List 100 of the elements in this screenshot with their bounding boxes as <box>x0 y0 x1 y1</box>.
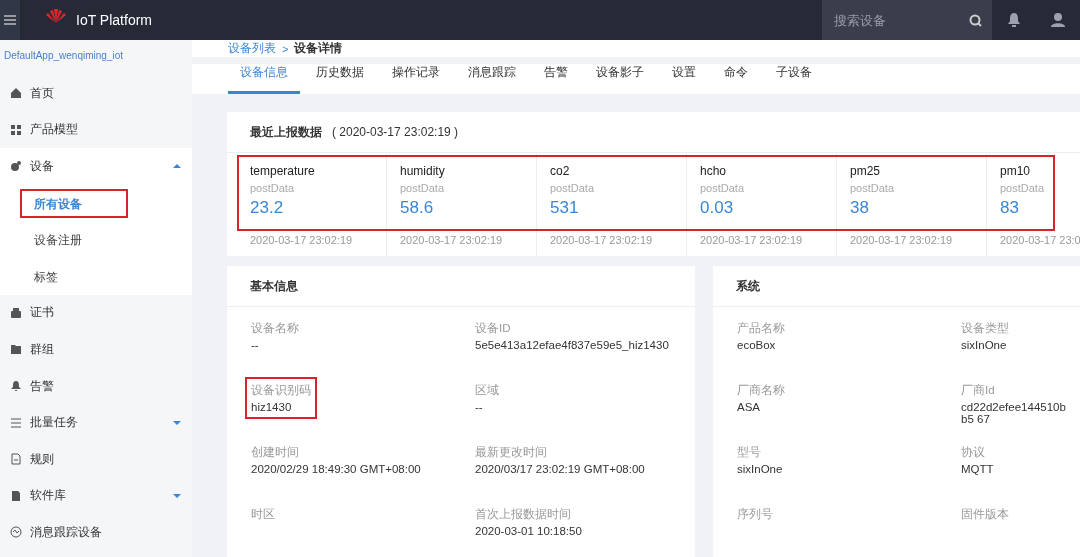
field-label: 设备类型 <box>961 321 1009 336</box>
panel-title: 基本信息 <box>250 277 298 295</box>
property-value: 0.03 <box>700 198 735 218</box>
field-label: 协议 <box>961 445 986 460</box>
field-label: 设备名称 <box>251 321 299 336</box>
service-name: postData <box>250 182 296 194</box>
sidebar-subitem[interactable]: 设备注册 <box>34 233 82 248</box>
field-value: ASA <box>737 401 761 413</box>
sidebar-item[interactable]: 产品模型 <box>0 111 192 149</box>
field-value: cd22d2efee144510bb5 67 <box>961 401 1067 425</box>
bell-icon <box>10 380 22 393</box>
tab[interactable]: 设置 <box>660 64 708 94</box>
search-input[interactable]: 搜索设备 <box>832 11 963 29</box>
field-value: -- <box>475 401 484 413</box>
property-time: 2020-03-17 23:0 <box>1000 234 1080 246</box>
field-value: 2020/03/17 23:02:19 GMT+08:00 <box>475 463 645 475</box>
property-time: 2020-03-17 23:02:19 <box>550 234 654 246</box>
field-label: 序列号 <box>737 507 773 522</box>
field-value: -- <box>251 339 260 351</box>
device-icon <box>10 160 22 173</box>
service-name: postData <box>1000 182 1046 194</box>
sidebar-item[interactable]: 软件库 <box>0 477 192 515</box>
property-name: pm10 <box>1000 164 1032 178</box>
sidebar-subitem[interactable]: 所有设备 <box>34 196 82 211</box>
field-value: ecoBox <box>737 339 777 351</box>
field-value: sixInOne <box>737 463 783 475</box>
document-icon <box>10 453 22 466</box>
field-label: 设备ID <box>475 321 512 336</box>
breadcrumb-link[interactable]: 设备列表 <box>228 40 276 57</box>
property-value: 83 <box>1000 198 1020 218</box>
service-name: postData <box>400 182 446 194</box>
sidebar-item[interactable]: 群组 <box>0 331 192 368</box>
property-value: 58.6 <box>400 198 435 218</box>
tab[interactable]: 子设备 <box>764 64 824 94</box>
app-name[interactable]: DefaultApp_wenqiming_iot <box>0 40 192 75</box>
property-name: hcho <box>700 164 728 178</box>
breadcrumb-separator: > <box>282 42 289 55</box>
tab[interactable]: 设备信息 <box>228 64 300 94</box>
property-time: 2020-03-17 23:02:19 <box>700 234 804 246</box>
tab[interactable]: 告警 <box>532 64 580 94</box>
field-label: 创建时间 <box>251 445 300 460</box>
field-label: 厂商Id <box>961 383 996 398</box>
sidebar-item[interactable]: 批量任务 <box>0 404 192 441</box>
property-time: 2020-03-17 23:02:19 <box>850 234 954 246</box>
sidebar-item[interactable]: 首页 <box>0 75 192 112</box>
field-label: 时区 <box>251 507 275 522</box>
sidebar-item[interactable]: 消息跟踪设备 <box>0 514 192 551</box>
panel-title: 系统 <box>736 277 760 295</box>
bell-icon <box>1007 12 1021 28</box>
briefcase-icon <box>10 306 22 319</box>
list-icon <box>10 416 22 429</box>
field-label: 型号 <box>737 445 762 460</box>
property-name: temperature <box>250 164 316 178</box>
report-time: ( 2020-03-17 23:02:19 ) <box>332 125 459 139</box>
property-value: 38 <box>850 198 870 218</box>
property-name: co2 <box>550 164 571 178</box>
service-name: postData <box>850 182 896 194</box>
tab[interactable]: 设备影子 <box>584 64 656 94</box>
field-label: 固件版本 <box>961 507 1009 522</box>
field-label: 首次上报数据时间 <box>475 507 572 522</box>
field-label: 设备识别码 <box>251 383 311 398</box>
search-icon <box>969 13 982 27</box>
field-label: 最新更改时间 <box>475 445 548 460</box>
field-label: 区域 <box>475 383 499 398</box>
field-value: hiz1430 <box>251 401 293 413</box>
property-time: 2020-03-17 23:02:19 <box>400 234 504 246</box>
folder-icon <box>10 343 22 356</box>
grid-icon <box>10 123 22 136</box>
field-value: 5e5e413a12efae4f837e59e5_hiz1430 <box>475 339 669 351</box>
field-value: 2020-03-01 10:18:50 <box>475 525 582 537</box>
logo <box>46 9 66 23</box>
tab[interactable]: 操作记录 <box>380 64 452 94</box>
file-icon <box>10 489 22 502</box>
tab[interactable]: 命令 <box>712 64 760 94</box>
card-title: 最近上报数据 <box>250 123 322 141</box>
app-title: IoT Platform <box>76 12 152 28</box>
property-time: 2020-03-17 23:02:19 <box>250 234 354 246</box>
property-name: pm25 <box>850 164 882 178</box>
tab[interactable]: 历史数据 <box>304 64 376 94</box>
field-value: sixInOne <box>961 339 1008 351</box>
service-name: postData <box>550 182 596 194</box>
sidebar-item[interactable]: 规则 <box>0 440 192 478</box>
sidebar-item[interactable]: 证书 <box>0 294 192 332</box>
property-name: humidity <box>400 164 446 178</box>
menu-icon <box>4 15 16 25</box>
sidebar-item[interactable]: 设备 <box>0 148 192 185</box>
field-label: 产品名称 <box>737 321 785 336</box>
breadcrumb-link[interactable]: 设备详情 <box>294 40 343 57</box>
tab[interactable]: 消息跟踪 <box>456 64 528 94</box>
search-field[interactable]: 搜索设备 <box>822 0 992 40</box>
service-name: postData <box>700 182 746 194</box>
home-icon <box>10 87 22 100</box>
menu-button[interactable] <box>0 0 20 40</box>
field-label: 厂商名称 <box>737 383 785 398</box>
field-value: 2020/02/29 18:49:30 GMT+08:00 <box>251 463 421 475</box>
sidebar-item[interactable]: 告警 <box>0 367 192 405</box>
user-icon <box>1050 12 1066 28</box>
field-value: MQTT <box>961 463 994 475</box>
sidebar-subitem[interactable]: 标签 <box>34 269 58 284</box>
property-value: 23.2 <box>250 198 285 218</box>
